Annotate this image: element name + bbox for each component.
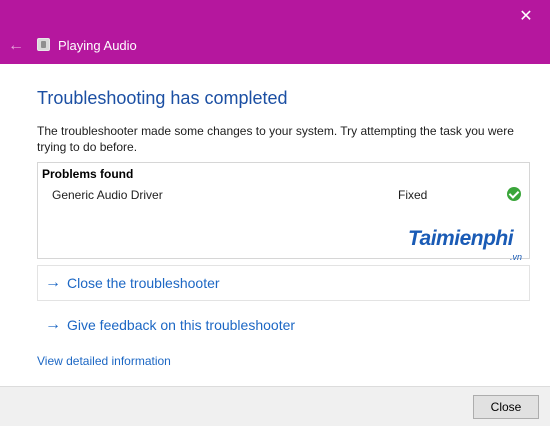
problem-status: Fixed — [398, 188, 428, 202]
problem-name: Generic Audio Driver — [52, 188, 163, 202]
watermark-brand: Taimienphi — [408, 227, 514, 250]
close-troubleshooter-link[interactable]: → Close the troubleshooter — [37, 265, 530, 301]
arrow-right-icon: → — [45, 274, 61, 291]
watermark-logo: Taimienphi .vn — [408, 224, 528, 266]
view-details-link[interactable]: View detailed information — [37, 353, 171, 369]
problems-found-header: Problems found — [42, 167, 134, 181]
close-button[interactable]: Close — [473, 395, 539, 419]
footer-bar: Close — [0, 386, 550, 426]
main-content: Troubleshooting has completed The troubl… — [0, 64, 550, 386]
give-feedback-link[interactable]: → Give feedback on this troubleshooter — [37, 307, 530, 343]
result-description: The troubleshooter made some changes to … — [37, 124, 514, 154]
give-feedback-label: Give feedback on this troubleshooter — [67, 317, 296, 333]
audio-troubleshooter-icon — [37, 38, 50, 51]
back-arrow-icon[interactable]: ← — [8, 37, 24, 55]
watermark-tld: .vn — [510, 252, 523, 262]
window-close-icon[interactable]: ✕ — [512, 6, 540, 28]
check-icon — [507, 187, 521, 201]
window-title: Playing Audio — [58, 38, 137, 53]
close-troubleshooter-label: Close the troubleshooter — [67, 275, 220, 291]
arrow-right-icon: → — [45, 316, 61, 333]
navigation-bar: ← Playing Audio — [0, 30, 550, 64]
page-heading: Troubleshooting has completed — [37, 88, 288, 108]
